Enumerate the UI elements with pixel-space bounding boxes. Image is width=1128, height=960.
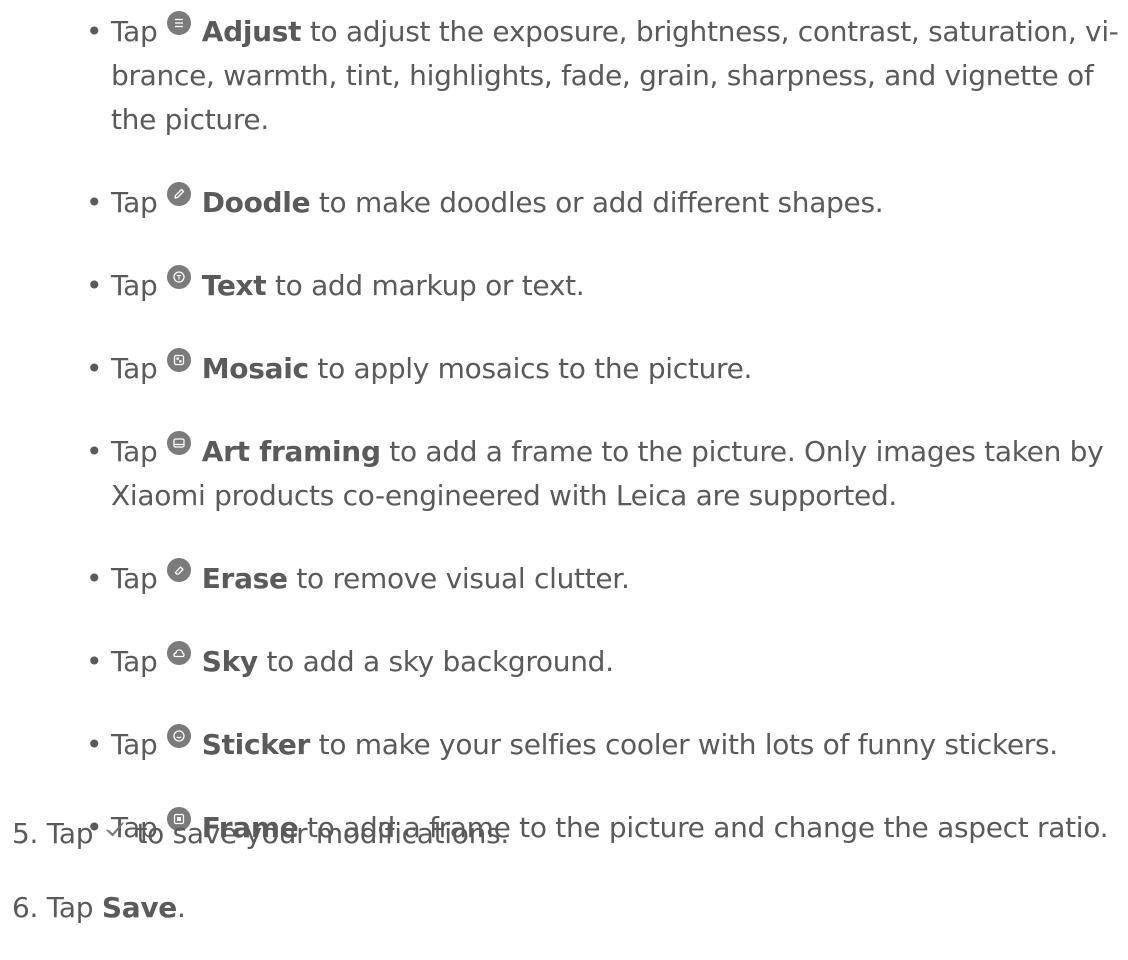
bullet-dot: • bbox=[86, 435, 103, 468]
list-item-sky: • Tap Sky to add a sky background. bbox=[82, 640, 1122, 684]
step-period: . bbox=[176, 891, 186, 924]
bullet-dot: • bbox=[86, 15, 103, 48]
tap-text: Tap bbox=[46, 891, 94, 924]
editing-tools-list: • Tap Adjust to adjust the exposure, bri… bbox=[82, 10, 1122, 889]
tap-text: Tap bbox=[46, 817, 94, 850]
term-save: Save bbox=[101, 891, 177, 924]
description-line-1: to add a sky background. bbox=[257, 645, 614, 678]
term-doodle: Doodle bbox=[201, 186, 311, 219]
step-6: 6. Tap Save. bbox=[12, 886, 1112, 930]
bullet-dot: • bbox=[86, 728, 103, 761]
doodle-icon bbox=[167, 182, 192, 206]
bullet-dot: • bbox=[86, 352, 103, 385]
step-number: 5. bbox=[12, 817, 39, 850]
art-framing-icon bbox=[167, 431, 192, 455]
tap-text: Tap bbox=[111, 186, 158, 219]
tap-text: Tap bbox=[111, 435, 158, 468]
steps-list: 5. Tap to save your modifications. 6. Ta… bbox=[12, 810, 1112, 960]
description-line-1: to make doodles or add different shapes. bbox=[310, 186, 884, 219]
description-line-2: brance, warmth, tint, highlights, fade, … bbox=[111, 59, 1094, 92]
list-item-erase: • Tap Erase to remove visual clutter. bbox=[82, 557, 1122, 601]
sky-icon bbox=[167, 641, 192, 665]
description-line-1: to apply mosaics to the picture. bbox=[308, 352, 753, 385]
tap-text: Tap bbox=[111, 269, 158, 302]
tap-text: Tap bbox=[111, 562, 158, 595]
tap-text: Tap bbox=[111, 15, 158, 48]
description-line-2: Xiaomi products co-engineered with Leica… bbox=[111, 479, 898, 512]
term-mosaic: Mosaic bbox=[201, 352, 309, 385]
term-sticker: Sticker bbox=[201, 728, 311, 761]
description-line-1: to add a frame to the picture. Only imag… bbox=[380, 435, 1104, 468]
description-line-1: to remove visual clutter. bbox=[287, 562, 630, 595]
tap-text: Tap bbox=[111, 352, 158, 385]
adjust-icon bbox=[167, 11, 192, 35]
tap-text: Tap bbox=[111, 645, 158, 678]
step-5: 5. Tap to save your modifications. bbox=[12, 810, 1112, 856]
step-description: to save your modifications. bbox=[136, 817, 509, 850]
list-item-sticker: • Tap Sticker to make your selfies coole… bbox=[82, 723, 1122, 767]
term-adjust: Adjust bbox=[201, 15, 302, 48]
term-art-framing: Art framing bbox=[201, 435, 381, 468]
term-text: Text bbox=[201, 269, 267, 302]
erase-icon bbox=[167, 558, 192, 582]
checkmark-icon bbox=[104, 810, 126, 837]
bullet-dot: • bbox=[86, 186, 103, 219]
tap-text: Tap bbox=[111, 728, 158, 761]
term-erase: Erase bbox=[201, 562, 288, 595]
description-line-1: to make your selfies cooler with lots of… bbox=[310, 728, 1059, 761]
term-sky: Sky bbox=[201, 645, 258, 678]
bullet-dot: • bbox=[86, 269, 103, 302]
list-item-art-framing: • Tap Art framing to add a frame to the … bbox=[82, 430, 1122, 518]
step-number: 6. bbox=[12, 891, 39, 924]
bullet-dot: • bbox=[86, 645, 103, 678]
description-line-1: to add markup or text. bbox=[266, 269, 585, 302]
description-line-3: the picture. bbox=[111, 103, 269, 136]
list-item-text: • Tap Text to add markup or text. bbox=[82, 264, 1122, 308]
document-page: • Tap Adjust to adjust the exposure, bri… bbox=[0, 0, 1128, 952]
list-item-mosaic: • Tap Mosaic to apply mosaics to the pic… bbox=[82, 347, 1122, 391]
mosaic-icon bbox=[167, 348, 192, 372]
list-item-doodle: • Tap Doodle to make doodles or add diff… bbox=[82, 181, 1122, 225]
list-item-adjust: • Tap Adjust to adjust the exposure, bri… bbox=[82, 10, 1122, 142]
text-icon bbox=[167, 265, 192, 289]
sticker-icon bbox=[167, 724, 192, 748]
bullet-dot: • bbox=[86, 562, 103, 595]
description-line-1: to adjust the exposure, brightness, cont… bbox=[301, 15, 1119, 48]
